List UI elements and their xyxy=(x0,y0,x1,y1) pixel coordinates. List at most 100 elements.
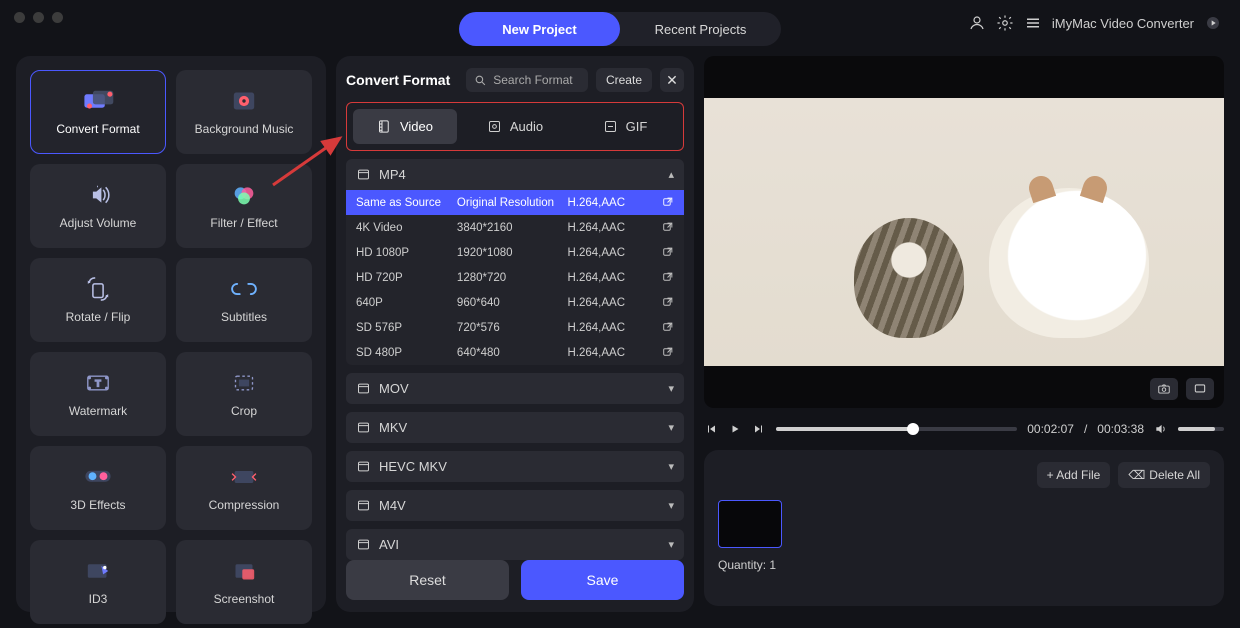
add-file-button[interactable]: + Add File xyxy=(1037,462,1111,488)
tool-filter-effect[interactable]: Filter / Effect xyxy=(176,164,312,248)
tool-3d-effects[interactable]: 3D Effects xyxy=(30,446,166,530)
id3-icon xyxy=(81,558,115,584)
screenshot-icon xyxy=(227,558,261,584)
tab-video-label: Video xyxy=(400,119,433,134)
svg-text:T: T xyxy=(95,378,101,388)
row-resolution: 720*576 xyxy=(457,322,568,334)
format-row[interactable]: SD 576P 720*576 H.264,AAC xyxy=(346,315,684,340)
tool-convert-format[interactable]: Convert Format xyxy=(30,70,166,154)
menu-icon[interactable] xyxy=(1024,14,1042,32)
format-group-mkv[interactable]: MKV ▾ xyxy=(346,412,684,443)
transport-bar: 00:02:07 / 00:03:38 xyxy=(704,422,1224,436)
volume-slider[interactable] xyxy=(1178,427,1224,431)
chevron-down-icon: ▾ xyxy=(668,499,674,512)
row-codec: H.264,AAC xyxy=(567,272,654,284)
tab-gif[interactable]: GIF xyxy=(573,109,677,144)
tool-label: Crop xyxy=(231,404,257,418)
format-row[interactable]: 640P 960*640 H.264,AAC xyxy=(346,290,684,315)
edit-preset-icon[interactable] xyxy=(661,196,674,209)
preview-frame xyxy=(704,98,1224,366)
tab-new-project[interactable]: New Project xyxy=(459,12,620,46)
format-row[interactable]: Same as Source Original Resolution H.264… xyxy=(346,190,684,215)
format-group-avi[interactable]: AVI ▾ xyxy=(346,529,684,560)
tool-watermark[interactable]: T Watermark xyxy=(30,352,166,436)
search-placeholder: Search Format xyxy=(493,73,572,87)
tool-label: Background Music xyxy=(195,122,294,136)
watermark-icon: T xyxy=(81,370,115,396)
close-icon[interactable]: ✕ xyxy=(660,68,684,92)
tool-label: Filter / Effect xyxy=(210,216,277,230)
row-name: SD 576P xyxy=(356,322,457,334)
row-resolution: 1920*1080 xyxy=(457,247,568,259)
close-window-icon[interactable] xyxy=(14,12,25,23)
tool-grid-panel: Convert Format Background Music Adjust V… xyxy=(16,56,326,612)
app-play-icon xyxy=(1204,14,1222,32)
row-name: HD 720P xyxy=(356,272,457,284)
format-row[interactable]: SD 480P 640*480 H.264,AAC xyxy=(346,340,684,365)
row-name: HD 1080P xyxy=(356,247,457,259)
format-group-mov[interactable]: MOV ▾ xyxy=(346,373,684,404)
tool-rotate-flip[interactable]: Rotate / Flip xyxy=(30,258,166,342)
time-current: 00:02:07 xyxy=(1027,422,1074,436)
account-icon[interactable] xyxy=(968,14,986,32)
seek-bar[interactable] xyxy=(776,427,1017,431)
subtitles-icon xyxy=(227,276,261,302)
tool-label: ID3 xyxy=(89,592,108,606)
edit-preset-icon[interactable] xyxy=(661,346,674,359)
gear-icon[interactable] xyxy=(996,14,1014,32)
edit-preset-icon[interactable] xyxy=(661,296,674,309)
format-row[interactable]: HD 720P 1280*720 H.264,AAC xyxy=(346,265,684,290)
fullscreen-icon[interactable] xyxy=(1186,378,1214,400)
delete-all-button[interactable]: ⌫Delete All xyxy=(1118,462,1210,488)
tool-crop[interactable]: Crop xyxy=(176,352,312,436)
maximize-window-icon[interactable] xyxy=(52,12,63,23)
next-icon[interactable] xyxy=(752,422,766,436)
panel-title: Convert Format xyxy=(346,72,450,88)
3d-effects-icon xyxy=(81,464,115,490)
format-row[interactable]: 4K Video 3840*2160 H.264,AAC xyxy=(346,215,684,240)
format-group-hevc-mkv[interactable]: HEVC MKV ▾ xyxy=(346,451,684,482)
compression-icon xyxy=(227,464,261,490)
chevron-down-icon: ▾ xyxy=(668,538,674,551)
format-group-mp4[interactable]: MP4 ▴ xyxy=(346,159,684,190)
edit-preset-icon[interactable] xyxy=(661,271,674,284)
adjust-volume-icon xyxy=(81,182,115,208)
prev-icon[interactable] xyxy=(704,422,718,436)
save-button[interactable]: Save xyxy=(521,560,684,600)
format-group-m4v[interactable]: M4V ▾ xyxy=(346,490,684,521)
format-row[interactable]: HD 1080P 1920*1080 H.264,AAC xyxy=(346,240,684,265)
group-name: M4V xyxy=(379,498,406,513)
edit-preset-icon[interactable] xyxy=(661,321,674,334)
play-icon[interactable] xyxy=(728,422,742,436)
format-type-tabs: Video Audio GIF xyxy=(346,102,684,151)
group-name: MP4 xyxy=(379,167,406,182)
time-duration: 00:03:38 xyxy=(1097,422,1144,436)
edit-preset-icon[interactable] xyxy=(661,246,674,259)
group-name: AVI xyxy=(379,537,399,552)
tool-adjust-volume[interactable]: Adjust Volume xyxy=(30,164,166,248)
create-button[interactable]: Create xyxy=(596,68,652,92)
crop-icon xyxy=(227,370,261,396)
minimize-window-icon[interactable] xyxy=(33,12,44,23)
tab-video[interactable]: Video xyxy=(353,109,457,144)
search-input[interactable]: Search Format xyxy=(466,68,588,92)
tool-compression[interactable]: Compression xyxy=(176,446,312,530)
tool-label: Adjust Volume xyxy=(60,216,137,230)
reset-button[interactable]: Reset xyxy=(346,560,509,600)
volume-icon[interactable] xyxy=(1154,422,1168,436)
preview-content xyxy=(854,218,964,338)
tool-subtitles[interactable]: Subtitles xyxy=(176,258,312,342)
chevron-down-icon: ▾ xyxy=(668,460,674,473)
queue-thumbnail[interactable] xyxy=(718,500,782,548)
tool-background-music[interactable]: Background Music xyxy=(176,70,312,154)
tool-screenshot[interactable]: Screenshot xyxy=(176,540,312,624)
row-codec: H.264,AAC xyxy=(567,347,654,359)
rotate-flip-icon xyxy=(81,276,115,302)
tab-recent-projects[interactable]: Recent Projects xyxy=(620,12,781,46)
row-name: 640P xyxy=(356,297,457,309)
group-name: MOV xyxy=(379,381,409,396)
snapshot-icon[interactable] xyxy=(1150,378,1178,400)
edit-preset-icon[interactable] xyxy=(661,221,674,234)
tab-audio[interactable]: Audio xyxy=(463,109,567,144)
tool-id3[interactable]: ID3 xyxy=(30,540,166,624)
